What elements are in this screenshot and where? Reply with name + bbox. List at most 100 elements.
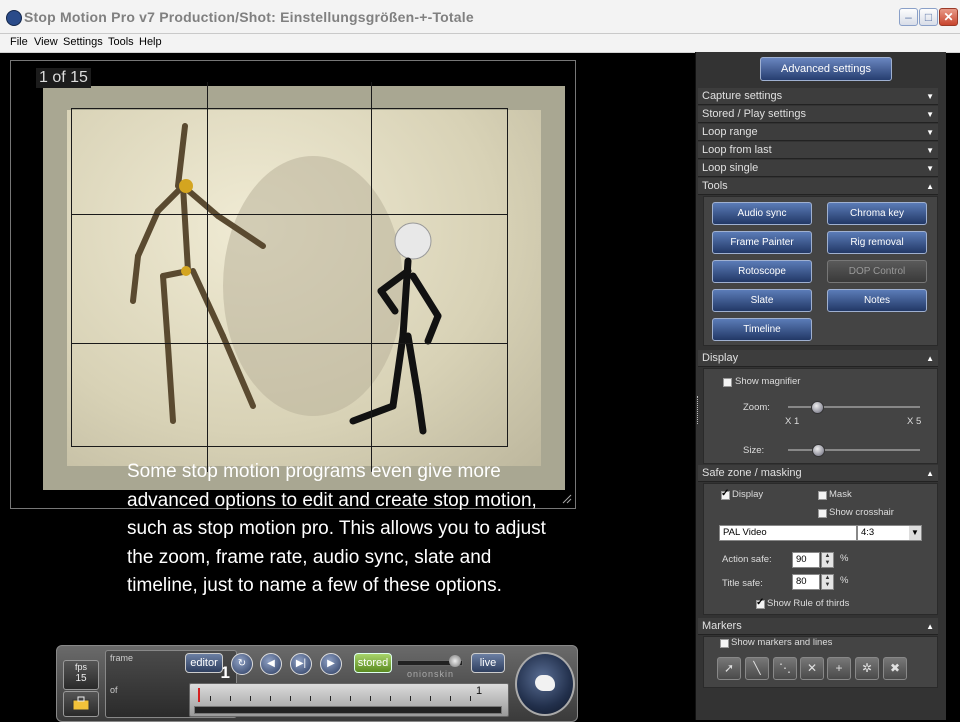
fps-value: 15: [75, 673, 87, 684]
panel-splitter-handle[interactable]: [697, 396, 701, 424]
aspect-ratio-select[interactable]: 4:3 ▼: [857, 525, 922, 541]
section-label: Safe zone / masking: [702, 467, 802, 479]
timeline-tick: [410, 696, 411, 701]
section-label: Loop range: [702, 126, 758, 138]
maximize-button[interactable]: □: [919, 8, 938, 26]
fps-button[interactable]: fps 15: [63, 660, 99, 690]
grid-line-left: [71, 108, 72, 447]
advanced-settings-button[interactable]: Advanced settings: [760, 57, 892, 81]
show-magnifier-label: Show magnifier: [735, 376, 801, 387]
timeline-scrubber[interactable]: 1: [189, 683, 509, 717]
chevron-down-icon: ▼: [926, 164, 934, 173]
rule-of-thirds-label: Show Rule of thirds: [767, 598, 850, 609]
dop-control-button[interactable]: DOP Control: [827, 260, 927, 283]
marker-delete-icon[interactable]: ✖: [883, 657, 907, 680]
timeline-tick: [470, 696, 471, 701]
section-loop-range[interactable]: Loop range ▼: [698, 124, 938, 141]
audio-sync-button[interactable]: Audio sync: [712, 202, 812, 225]
menu-tools[interactable]: Tools: [108, 36, 134, 48]
title-safe-input[interactable]: 80: [792, 574, 820, 590]
safe-zone-display-checkbox[interactable]: [721, 488, 730, 500]
toolbox-button[interactable]: [63, 691, 99, 717]
timeline-playhead[interactable]: [198, 688, 200, 702]
marker-select-icon[interactable]: ➚: [717, 657, 741, 680]
frame-label: frame: [110, 653, 134, 663]
mask-checkbox[interactable]: [818, 491, 827, 500]
onionskin-slider-knob[interactable]: [449, 655, 461, 667]
zoom-slider-track[interactable]: [788, 406, 920, 408]
close-button[interactable]: ✕: [939, 8, 958, 26]
safe-zone-display-label: Display: [732, 489, 764, 500]
timeline-tick: [390, 696, 391, 701]
transport-bar: fps 15 frame 1 of 15 editor ↻ ◀ ▶| ▶ sto…: [56, 645, 578, 722]
marker-line-icon[interactable]: ╲: [745, 657, 769, 680]
size-label: Size:: [743, 445, 765, 456]
rotoscope-button[interactable]: Rotoscope: [712, 260, 812, 283]
slate-button[interactable]: Slate: [712, 289, 812, 312]
live-button[interactable]: live: [471, 653, 505, 673]
size-slider-track[interactable]: [788, 449, 920, 451]
fps-label: fps: [74, 662, 87, 672]
chevron-down-icon: ▼: [926, 128, 934, 137]
marker-dotted-line-icon[interactable]: ⋱: [773, 657, 797, 680]
marker-cross-icon[interactable]: ✕: [800, 657, 824, 680]
step-forward-icon[interactable]: ▶: [320, 653, 342, 675]
marker-plus-icon[interactable]: +: [827, 657, 851, 680]
editor-button[interactable]: editor: [185, 653, 223, 673]
capture-icon: [535, 675, 555, 691]
section-display[interactable]: Display ▲: [698, 350, 938, 367]
onionskin-label: onionskin: [407, 669, 455, 679]
rig-removal-button[interactable]: Rig removal: [827, 231, 927, 254]
section-markers[interactable]: Markers ▲: [698, 618, 938, 635]
action-safe-spinner[interactable]: ▲ ▼: [821, 552, 834, 568]
notes-button[interactable]: Notes: [827, 289, 927, 312]
frame-painter-button[interactable]: Frame Painter: [712, 231, 812, 254]
section-tools[interactable]: Tools ▲: [698, 178, 938, 195]
capture-viewport[interactable]: [10, 60, 576, 509]
timeline-tick: [290, 696, 291, 701]
title-bar: Stop Motion Pro v7 Production/Shot: Eins…: [0, 0, 960, 34]
grid-line-bottom: [71, 446, 507, 447]
stored-button[interactable]: stored: [354, 653, 392, 673]
section-safe-zone-masking[interactable]: Safe zone / masking ▲: [698, 465, 938, 482]
show-crosshair-checkbox[interactable]: [818, 509, 827, 518]
rule-of-thirds-checkbox[interactable]: [756, 597, 765, 609]
resize-grip-icon[interactable]: [562, 494, 572, 504]
marker-wheel-icon[interactable]: ✲: [855, 657, 879, 680]
section-label: Capture settings: [702, 90, 783, 102]
show-magnifier-checkbox[interactable]: [723, 378, 732, 387]
timeline-tick: [370, 696, 371, 701]
step-back-icon[interactable]: ◀: [260, 653, 282, 675]
timeline-scrollbar[interactable]: [194, 706, 502, 714]
captured-frame-image: [43, 86, 565, 490]
zoom-slider-knob[interactable]: [811, 401, 824, 414]
action-safe-percent: %: [840, 553, 849, 564]
section-loop-from-last[interactable]: Loop from last ▼: [698, 142, 938, 159]
section-loop-single[interactable]: Loop single ▼: [698, 160, 938, 177]
show-markers-checkbox[interactable]: [720, 639, 729, 648]
size-slider-knob[interactable]: [812, 444, 825, 457]
grid-line-v1: [207, 82, 208, 472]
rewind-icon[interactable]: ↻: [231, 653, 253, 675]
timeline-tick: [430, 696, 431, 701]
show-crosshair-label: Show crosshair: [829, 507, 894, 518]
action-safe-input[interactable]: 90: [792, 552, 820, 568]
minimize-button[interactable]: –: [899, 8, 918, 26]
video-format-select[interactable]: PAL Video: [719, 525, 857, 541]
section-stored-play-settings[interactable]: Stored / Play settings ▼: [698, 106, 938, 123]
section-label: Loop single: [702, 162, 759, 174]
chroma-key-button[interactable]: Chroma key: [827, 202, 927, 225]
section-capture-settings[interactable]: Capture settings ▼: [698, 88, 938, 105]
section-label: Loop from last: [702, 144, 772, 156]
capture-button[interactable]: [515, 652, 575, 716]
play-pause-icon[interactable]: ▶|: [290, 653, 312, 675]
menu-settings[interactable]: Settings: [63, 36, 103, 48]
menu-view[interactable]: View: [34, 36, 58, 48]
zoom-label: Zoom:: [743, 402, 770, 413]
chevron-down-icon: ▼: [926, 110, 934, 119]
menu-help[interactable]: Help: [139, 36, 162, 48]
title-safe-spinner[interactable]: ▲ ▼: [821, 574, 834, 590]
menu-file[interactable]: File: [10, 36, 28, 48]
app-icon: [6, 10, 22, 26]
timeline-button[interactable]: Timeline: [712, 318, 812, 341]
